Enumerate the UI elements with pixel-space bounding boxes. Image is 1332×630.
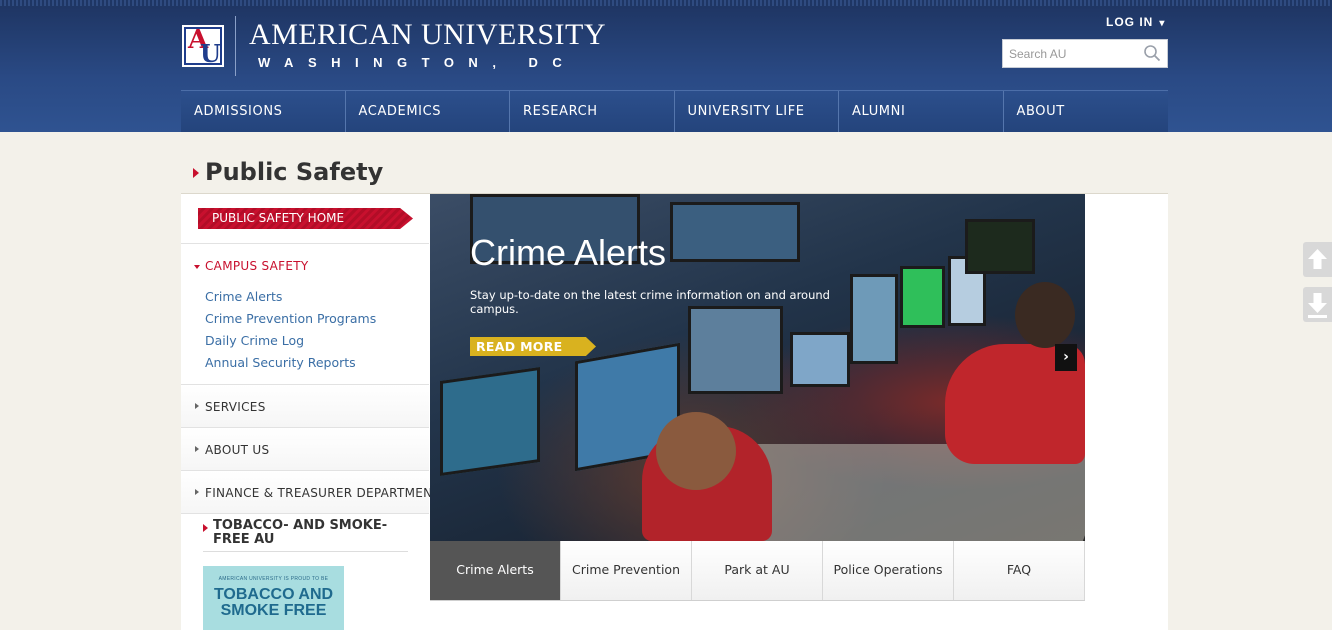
logo-letter-u: U <box>200 39 221 68</box>
tab-park-at-au[interactable]: Park at AU <box>692 541 823 600</box>
sidebar-divider <box>181 513 429 514</box>
search-box <box>1002 39 1168 68</box>
nav-item-academics[interactable]: ACADEMICS <box>346 91 510 132</box>
au-logo[interactable]: A U <box>182 25 224 68</box>
nav-item-about[interactable]: ABOUT <box>1004 91 1169 132</box>
public-safety-home-button[interactable]: PUBLIC SAFETY HOME <box>198 208 413 229</box>
promo-headline: TOBACCO AND SMOKE FREE <box>213 586 334 619</box>
sidebar-item-finance-treasurer[interactable]: FINANCE & TREASURER DEPARTMENTS <box>205 486 448 500</box>
nav-item-university-life[interactable]: UNIVERSITY LIFE <box>675 91 839 132</box>
caret-right-icon <box>195 446 199 452</box>
hero-slider: Crime Alerts Stay up-to-date on the late… <box>430 194 1085 541</box>
photo-monitor <box>670 202 800 262</box>
tab-crime-alerts[interactable]: Crime Alerts <box>430 541 561 600</box>
logo-title[interactable]: AMERICAN UNIVERSITY <box>249 18 606 52</box>
login-label: LOG IN <box>1106 15 1154 29</box>
sidebar-divider <box>181 243 429 244</box>
next-slide-arrow-icon[interactable]: › <box>1055 344 1077 371</box>
caret-right-icon <box>195 489 199 495</box>
nav-item-alumni[interactable]: ALUMNI <box>839 91 1004 132</box>
tab-police-operations[interactable]: Police Operations <box>823 541 954 600</box>
tobacco-free-heading[interactable]: TOBACCO- AND SMOKE-FREE AU <box>213 519 403 547</box>
sidebar: PUBLIC SAFETY HOME CAMPUS SAFETY Crime A… <box>181 194 448 630</box>
tobacco-free-promo-image[interactable]: AMERICAN UNIVERSITY IS PROUD TO BE TOBAC… <box>203 566 344 630</box>
nav-item-admissions[interactable]: ADMISSIONS <box>181 91 346 132</box>
hero-description: Stay up-to-date on the latest crime info… <box>470 288 830 316</box>
main-nav: ADMISSIONS ACADEMICS RESEARCH UNIVERSITY… <box>181 90 1168 132</box>
sidebar-item-about-us[interactable]: ABOUT US <box>205 443 269 457</box>
sidebar-subitem-annual-security-reports[interactable]: Annual Security Reports <box>205 355 356 370</box>
title-arrow-icon <box>193 168 199 178</box>
logo-divider <box>235 16 236 76</box>
arrow-up-icon <box>1308 249 1327 269</box>
search-icon[interactable] <box>1143 44 1161 62</box>
photo-monitor <box>850 274 898 364</box>
sidebar-subitem-crime-prevention[interactable]: Crime Prevention Programs <box>205 311 376 326</box>
promo-tagline: AMERICAN UNIVERSITY IS PROUD TO BE <box>218 576 329 582</box>
nav-item-research[interactable]: RESEARCH <box>510 91 675 132</box>
sidebar-subitem-crime-alerts[interactable]: Crime Alerts <box>205 289 282 304</box>
download-icon <box>1308 293 1327 318</box>
sidebar-item-campus-safety[interactable]: CAMPUS SAFETY <box>205 259 309 273</box>
page-title: Public Safety <box>205 158 384 186</box>
photo-person-head <box>656 412 736 490</box>
tobacco-divider <box>203 551 408 552</box>
caret-right-icon <box>195 403 199 409</box>
search-input[interactable] <box>1003 40 1139 67</box>
photo-monitor <box>790 332 850 387</box>
scroll-up-widget[interactable] <box>1303 242 1332 277</box>
hero-title: Crime Alerts <box>470 232 667 273</box>
tab-crime-prevention[interactable]: Crime Prevention <box>561 541 692 600</box>
photo-monitor <box>688 306 783 394</box>
photo-monitor <box>900 266 945 328</box>
logo-subtitle: WASHINGTON, DC <box>258 55 577 70</box>
title-band: Public Safety <box>181 132 1168 194</box>
read-more-button[interactable]: READ MORE <box>470 337 596 356</box>
tab-faq[interactable]: FAQ <box>954 541 1085 600</box>
tobacco-arrow-icon <box>203 524 208 532</box>
login-button[interactable]: LOG IN ▾ <box>1106 15 1165 29</box>
photo-monitor <box>965 219 1035 274</box>
photo-monitor <box>440 366 540 477</box>
sidebar-item-services[interactable]: SERVICES <box>205 400 266 414</box>
sidebar-subitem-daily-crime-log[interactable]: Daily Crime Log <box>205 333 304 348</box>
hero-tabs: Crime Alerts Crime Prevention Park at AU… <box>430 541 1085 601</box>
caret-down-icon <box>194 265 200 269</box>
chevron-down-icon: ▾ <box>1159 18 1166 29</box>
scroll-down-widget[interactable] <box>1303 287 1332 322</box>
photo-person-head <box>1015 282 1075 348</box>
